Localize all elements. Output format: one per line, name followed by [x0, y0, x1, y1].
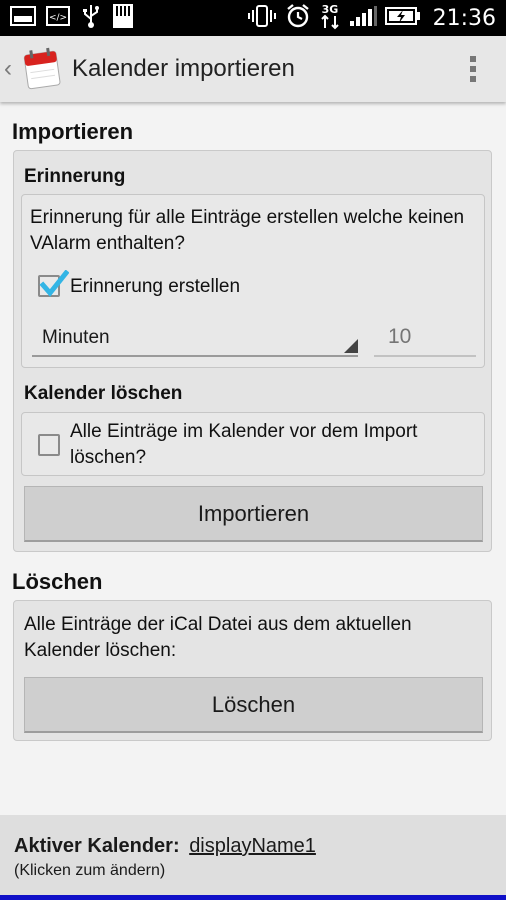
- import-panel: Erinnerung Erinnerung für alle Einträge …: [13, 150, 492, 552]
- active-calendar-line: Aktiver Kalender: displayName1: [14, 835, 316, 858]
- bottom-strip: [0, 895, 506, 900]
- status-bar: </> 3G 21:36: [0, 0, 506, 36]
- import-section-title: Importieren: [12, 119, 134, 144]
- status-clock: 21:36: [432, 5, 496, 31]
- active-calendar-footer[interactable]: Aktiver Kalender: displayName1 (Klicken …: [0, 815, 506, 895]
- svg-text:</>: </>: [49, 13, 67, 23]
- calendar-app-icon[interactable]: [22, 47, 62, 91]
- delete-panel: Alle Einträge der iCal Datei aus dem akt…: [13, 600, 492, 741]
- delete-button[interactable]: Löschen: [24, 677, 483, 733]
- action-bar: ‹ Kalender importieren: [0, 36, 506, 102]
- reminder-amount-input[interactable]: [374, 323, 476, 351]
- dropdown-arrow-icon: [344, 339, 358, 353]
- network-3g-icon: 3G: [319, 2, 341, 35]
- active-calendar-hint: (Klicken zum ändern): [14, 862, 166, 879]
- page-title: Kalender importieren: [72, 55, 295, 82]
- delete-calendar-title: Kalender löschen: [24, 383, 183, 404]
- reminder-box: Erinnerung für alle Einträge erstellen w…: [21, 194, 485, 368]
- reminder-description: Erinnerung für alle Einträge erstellen w…: [30, 207, 465, 254]
- code-icon: </>: [46, 5, 70, 31]
- back-chevron-icon[interactable]: ‹: [4, 55, 18, 83]
- delete-before-import-checkbox[interactable]: [38, 434, 60, 456]
- signal-icon: [349, 5, 377, 32]
- active-calendar-name[interactable]: displayName1: [189, 835, 316, 857]
- sd-card-icon: [112, 3, 134, 34]
- gallery-icon: [10, 5, 36, 31]
- checkmark-icon: [39, 270, 69, 297]
- usb-icon: [80, 3, 102, 34]
- delete-description: Alle Einträge der iCal Datei aus dem akt…: [24, 614, 412, 661]
- delete-calendar-box: Alle Einträge im Kalender vor dem Import…: [21, 412, 485, 476]
- import-button[interactable]: Importieren: [24, 486, 483, 542]
- reminder-checkbox[interactable]: [38, 270, 69, 297]
- reminder-checkbox-label[interactable]: Erinnerung erstellen: [70, 274, 240, 300]
- reminder-amount-field[interactable]: [374, 315, 476, 357]
- delete-before-import-label[interactable]: Alle Einträge im Kalender vor dem Import…: [70, 419, 484, 471]
- reminder-unit-value: Minuten: [42, 327, 110, 348]
- vibrate-icon: [247, 4, 277, 33]
- reminder-unit-spinner[interactable]: Minuten: [32, 315, 358, 357]
- reminder-title: Erinnerung: [24, 166, 126, 187]
- active-calendar-label: Aktiver Kalender:: [14, 835, 180, 857]
- alarm-icon: [285, 3, 311, 34]
- delete-section-title: Löschen: [12, 569, 103, 594]
- overflow-menu-icon[interactable]: [470, 56, 476, 82]
- battery-charging-icon: [384, 6, 421, 31]
- svg-text:3G: 3G: [321, 3, 338, 16]
